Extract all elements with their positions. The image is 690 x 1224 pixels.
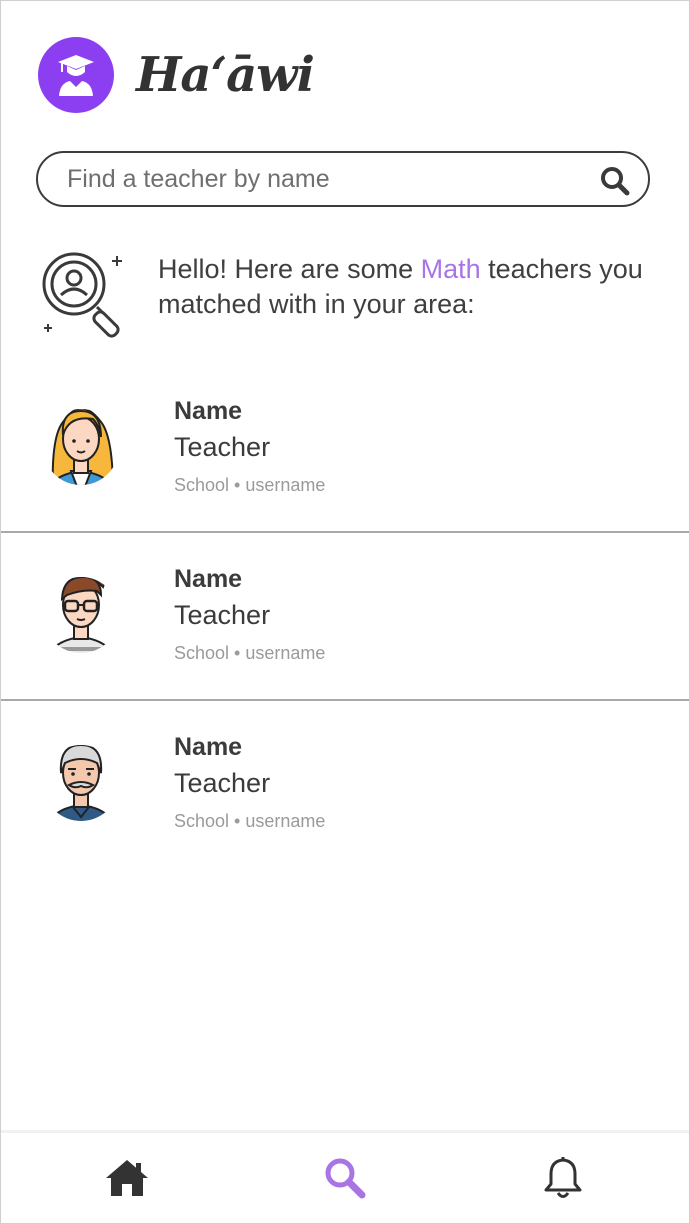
intro-subject[interactable]: Math — [421, 254, 481, 284]
teacher-role: Teacher — [174, 768, 271, 798]
match-intro: Hello! Here are some Math teachers you m… — [40, 250, 660, 345]
search-icon — [325, 1158, 366, 1199]
woman-teacher-avatar — [43, 409, 119, 485]
teacher-row[interactable]: Name Teacher School • username — [1, 533, 689, 701]
teacher-info: Name Teacher School • username — [174, 563, 325, 664]
teacher-info: Name Teacher School • username — [174, 395, 325, 496]
nav-search-button[interactable] — [320, 1153, 370, 1203]
teacher-name: Name — [174, 733, 243, 761]
nav-notifications-button[interactable] — [538, 1153, 588, 1203]
app-header: Haʻāwi — [38, 37, 315, 113]
search-input[interactable] — [65, 163, 589, 195]
teacher-meta: School • username — [174, 475, 326, 495]
intro-text-before: Hello! Here are some — [158, 254, 421, 284]
graduate-icon — [58, 55, 94, 96]
intro-message: Hello! Here are some Math teachers you m… — [158, 252, 658, 322]
teacher-row[interactable]: Name Teacher School • username — [1, 365, 689, 533]
older-man-avatar — [43, 745, 119, 821]
nav-home-button[interactable] — [102, 1153, 152, 1203]
teacher-role: Teacher — [174, 600, 271, 630]
teacher-list: Name Teacher School • username Name Teac… — [1, 365, 689, 869]
teacher-row[interactable]: Name Teacher School • username — [1, 701, 689, 869]
teacher-meta: School • username — [174, 643, 326, 663]
app-logo — [38, 37, 114, 113]
teacher-name: Name — [174, 397, 243, 425]
search-icon — [601, 167, 630, 196]
teacher-meta: School • username — [174, 811, 326, 831]
teacher-info: Name Teacher School • username — [174, 731, 325, 832]
teacher-name: Name — [174, 565, 243, 593]
search-button[interactable] — [598, 164, 632, 198]
find-person-icon — [42, 252, 122, 338]
bottom-nav — [1, 1130, 689, 1223]
search-bar — [36, 151, 650, 207]
app-title: Haʻāwi — [136, 47, 315, 103]
home-icon — [106, 1160, 148, 1196]
bell-icon — [544, 1157, 582, 1198]
teacher-role: Teacher — [174, 432, 271, 462]
man-glasses-avatar — [43, 577, 119, 653]
